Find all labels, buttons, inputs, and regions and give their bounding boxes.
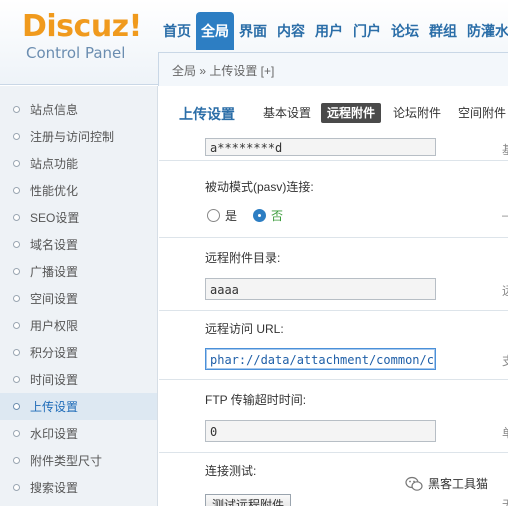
bullet-icon [13, 106, 20, 113]
nav-content[interactable]: 内容 [272, 12, 310, 50]
pasv-yes-radio[interactable] [207, 209, 220, 222]
logo-title: Discuz! [22, 9, 142, 44]
sidebar-item-label: 域名设置 [30, 238, 79, 252]
sidebar-item-label: 站点功能 [30, 157, 79, 171]
sidebar-item-performance[interactable]: 性能优化 [0, 177, 157, 204]
tab-space-attachment[interactable]: 空间附件 [458, 103, 506, 123]
bullet-icon [13, 457, 20, 464]
connection-test-label: 连接测试: [205, 464, 257, 478]
pasv-label: 被动模式(pasv)连接: [205, 180, 314, 194]
watermark: 黑客工具猫 [405, 475, 488, 492]
sidebar-item-attachment-types[interactable]: 附件类型尺寸 [0, 447, 157, 474]
top-nav: 首页 全局 界面 内容 用户 门户 论坛 群组 防灌水 [158, 12, 508, 50]
nav-portal[interactable]: 门户 [348, 12, 386, 50]
bullet-icon [13, 133, 20, 140]
nav-interface[interactable]: 界面 [234, 12, 272, 50]
divider [159, 160, 508, 161]
bullet-icon [13, 484, 20, 491]
sidebar: 站点信息 注册与访问控制 站点功能 性能优化 SEO设置 域名设置 广播设置 空… [0, 86, 158, 506]
divider [159, 379, 508, 380]
sidebar-item-search[interactable]: 搜索设置 [0, 474, 157, 501]
pasv-no-label: 否 [271, 209, 284, 223]
remote-dir-hint: 远 [502, 282, 508, 299]
pasv-radio-group: 是 否 [207, 207, 299, 224]
bullet-icon [13, 241, 20, 248]
ftp-timeout-label: FTP 传输超时时间: [205, 393, 307, 407]
divider [159, 237, 508, 238]
wechat-icon [405, 476, 423, 491]
bullet-icon [13, 295, 20, 302]
sidebar-item-site-features[interactable]: 站点功能 [0, 150, 157, 177]
remote-url-label: 远程访问 URL: [205, 322, 284, 336]
sidebar-item-label: 附件类型尺寸 [30, 454, 103, 468]
bullet-icon [13, 187, 20, 194]
nav-user[interactable]: 用户 [310, 12, 348, 50]
sidebar-item-label: 空间设置 [30, 292, 79, 306]
watermark-text: 黑客工具猫 [428, 477, 489, 491]
sidebar-item-domain[interactable]: 域名设置 [0, 231, 157, 258]
test-remote-attachment-button[interactable]: 测试远程附件 [205, 494, 292, 506]
remote-url-hint: 支 [502, 352, 508, 369]
bullet-icon [13, 268, 20, 275]
test-hint: 无 [502, 496, 508, 506]
sidebar-item-label: 广播设置 [30, 265, 79, 279]
logo: Discuz! Control Panel [22, 9, 142, 63]
sidebar-item-label: 积分设置 [30, 346, 79, 360]
bullet-icon [13, 214, 20, 221]
section-title: 上传设置 [179, 106, 235, 122]
pasv-yes-label: 是 [225, 209, 238, 223]
sidebar-item-credits[interactable]: 积分设置 [0, 339, 157, 366]
sidebar-item-label: 站点信息 [30, 103, 79, 117]
tab-basic[interactable]: 基本设置 [263, 103, 311, 123]
sidebar-item-user-permissions[interactable]: 用户权限 [0, 312, 157, 339]
password-hint: 基 [502, 141, 508, 158]
sub-tabs: 上传设置 基本设置 远程附件 论坛附件 空间附件 [159, 87, 508, 135]
sidebar-item-label: 注册与访问控制 [30, 130, 115, 144]
divider [159, 452, 508, 453]
sidebar-item-broadcast[interactable]: 广播设置 [0, 258, 157, 285]
sidebar-item-watermark[interactable]: 水印设置 [0, 420, 157, 447]
remote-url-input[interactable]: phar://data/attachment/common/cf/2 [205, 348, 436, 370]
sidebar-item-site-info[interactable]: 站点信息 [0, 96, 157, 123]
tab-forum-attachment[interactable]: 论坛附件 [393, 103, 441, 123]
pasv-hint: — [502, 208, 508, 222]
ftp-timeout-input[interactable]: 0 [205, 420, 436, 442]
ftp-password-field[interactable]: a********d [205, 138, 436, 156]
breadcrumb-text[interactable]: 全局 » 上传设置 [+] [172, 62, 274, 79]
sidebar-item-registration[interactable]: 注册与访问控制 [0, 123, 157, 150]
sidebar-item-label: 用户权限 [30, 319, 79, 333]
breadcrumb: 全局 » 上传设置 [+] [158, 52, 508, 86]
bullet-icon [13, 349, 20, 356]
sidebar-item-time[interactable]: 时间设置 [0, 366, 157, 393]
sidebar-item-label: SEO设置 [30, 211, 80, 225]
ftp-timeout-hint: 单 [502, 424, 508, 441]
nav-global[interactable]: 全局 [196, 12, 234, 50]
remote-dir-label: 远程附件目录: [205, 251, 281, 265]
logo-subtitle: Control Panel [26, 44, 126, 62]
sidebar-item-label: 时间设置 [30, 373, 79, 387]
pasv-no-radio[interactable] [253, 209, 267, 222]
nav-group[interactable]: 群组 [424, 12, 462, 50]
bullet-icon [13, 160, 20, 167]
divider [159, 310, 508, 311]
sidebar-item-label: 搜索设置 [30, 481, 79, 495]
sidebar-item-space[interactable]: 空间设置 [0, 285, 157, 312]
sidebar-item-seo[interactable]: SEO设置 [0, 204, 157, 231]
bullet-icon [13, 376, 20, 383]
bullet-icon [13, 322, 20, 329]
nav-home[interactable]: 首页 [158, 12, 196, 50]
app-window: Discuz! Control Panel 首页 全局 界面 内容 用户 门户 … [0, 0, 508, 506]
nav-antispam[interactable]: 防灌水 [462, 12, 508, 50]
remote-dir-input[interactable]: aaaa [205, 278, 436, 300]
bullet-icon [13, 403, 20, 410]
sidebar-item-label: 上传设置 [30, 400, 79, 414]
nav-forum[interactable]: 论坛 [386, 12, 424, 50]
sidebar-item-label: 水印设置 [30, 427, 79, 441]
sidebar-item-upload[interactable]: 上传设置 [0, 393, 157, 420]
sidebar-item-label: 性能优化 [30, 184, 79, 198]
bullet-icon [13, 430, 20, 437]
tab-remote-attachment[interactable]: 远程附件 [321, 103, 382, 123]
